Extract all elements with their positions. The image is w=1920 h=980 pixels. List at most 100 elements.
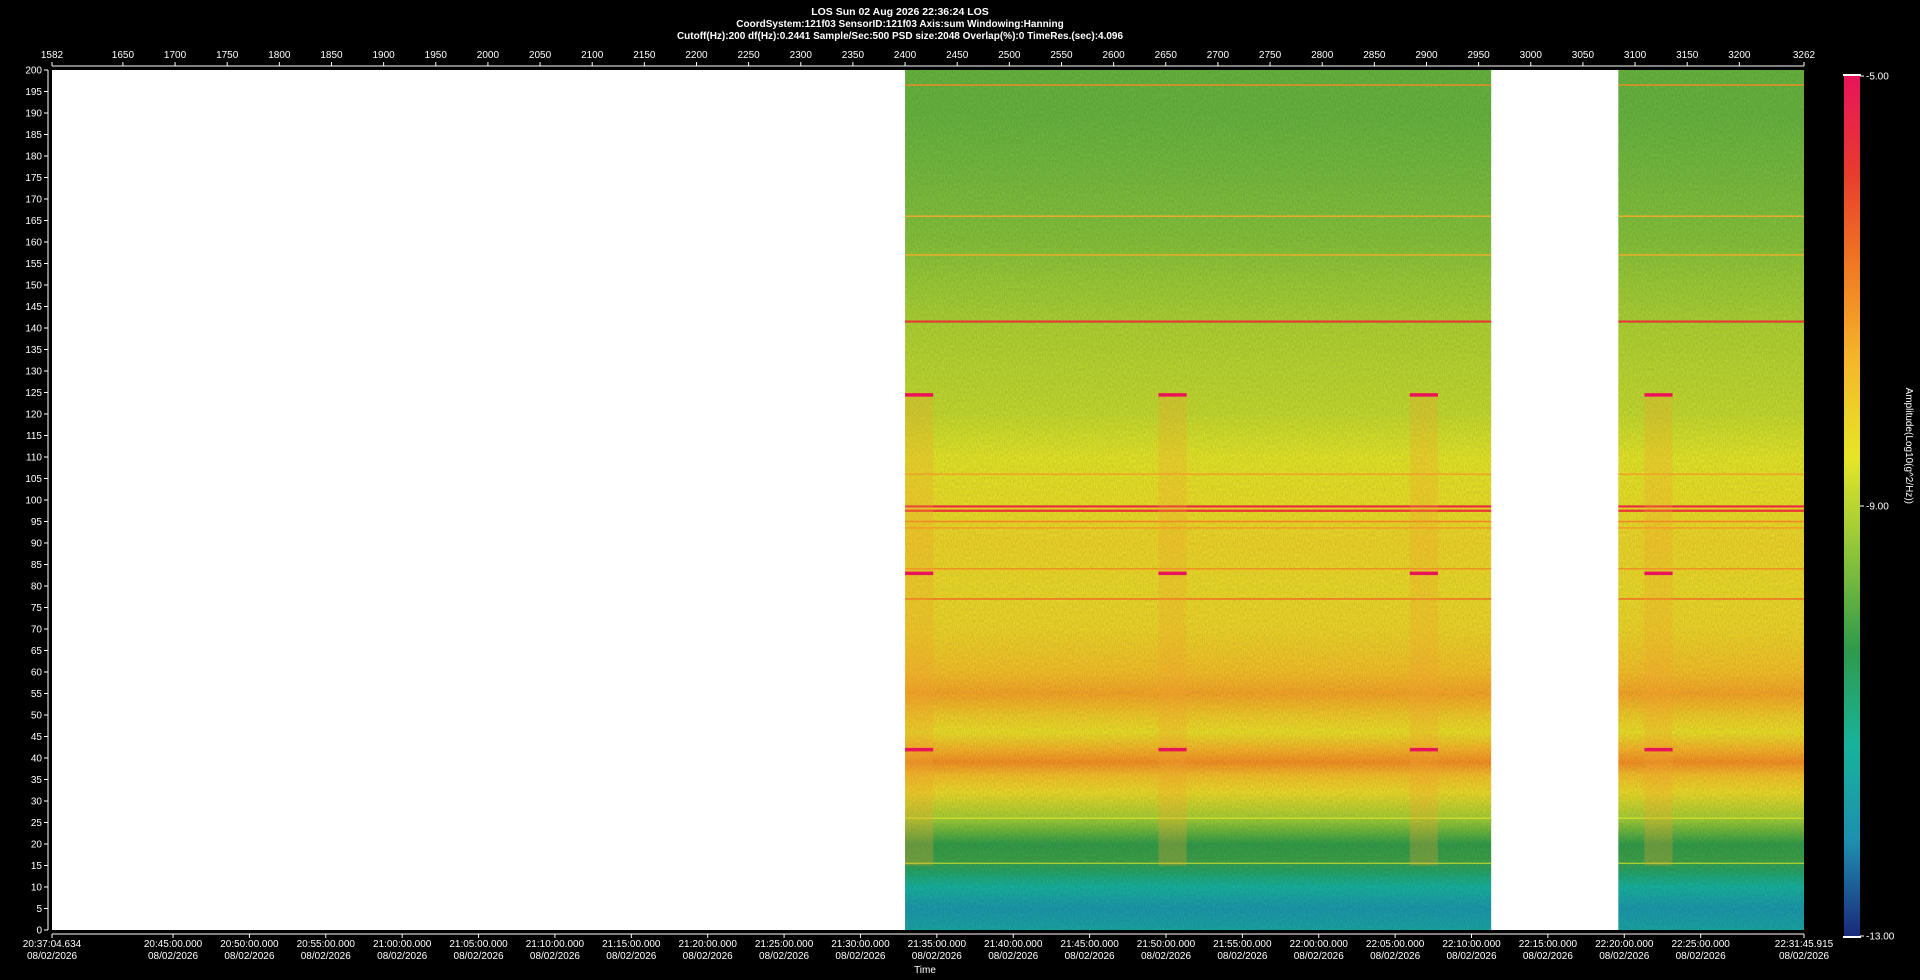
top-axis-tick-label: 3050 <box>1572 50 1595 61</box>
top-axis-tick-label: 1950 <box>425 50 448 61</box>
time-tick-date: 08/02/2026 <box>759 951 809 962</box>
colorbar-tick-label: -9.00 <box>1866 502 1889 513</box>
chart-title: LOS Sun 02 Aug 2026 22:36:24 LOS <box>811 6 989 18</box>
time-tick-date: 08/02/2026 <box>912 951 962 962</box>
y-axis-tick-label: 60 <box>31 668 43 679</box>
y-axis-tick-label: 195 <box>25 87 42 98</box>
time-tick-label: 21:05:00.000 <box>449 939 508 950</box>
event-tone-mark <box>1644 571 1673 576</box>
y-axis-tick-label: 100 <box>25 496 42 507</box>
time-tick-date: 08/02/2026 <box>1065 951 1115 962</box>
top-axis-tick-label: 2250 <box>738 50 761 61</box>
top-axis-tick-label: 2500 <box>998 50 1021 61</box>
y-axis-tick-label: 35 <box>31 775 43 786</box>
time-tick-label: 20:37:04.634 <box>23 939 82 950</box>
transient-event-region <box>1409 392 1438 866</box>
top-axis-tick-label: 2550 <box>1050 50 1073 61</box>
time-tick-date: 08/02/2026 <box>27 951 77 962</box>
event-tone-mark <box>1644 747 1673 752</box>
event-tone-mark <box>1158 571 1187 576</box>
top-axis-tick-label: 2900 <box>1415 50 1438 61</box>
y-axis-tick-label: 130 <box>25 367 42 378</box>
chart-subtitle-params: Cutoff(Hz):200 df(Hz):0.2441 Sample/Sec:… <box>677 31 1124 42</box>
y-axis-tick-label: 160 <box>25 238 42 249</box>
colorbar-tick-label: -5.00 <box>1866 72 1889 83</box>
top-axis-tick-label: 2650 <box>1155 50 1178 61</box>
time-tick-date: 08/02/2026 <box>835 951 885 962</box>
top-axis-tick-label: 2000 <box>477 50 500 61</box>
time-tick-date: 08/02/2026 <box>301 951 351 962</box>
transient-event-region <box>905 392 934 866</box>
time-tick-label: 21:10:00.000 <box>526 939 585 950</box>
y-axis-tick-label: 110 <box>26 453 42 464</box>
y-axis-tick-label: 30 <box>31 797 43 808</box>
time-tick-date: 08/02/2026 <box>683 951 733 962</box>
y-axis-tick-label: 50 <box>31 711 43 722</box>
colorbar-min-marker <box>1843 936 1861 938</box>
top-axis-tick-label: 3150 <box>1676 50 1699 61</box>
top-axis-tick-label: 2850 <box>1363 50 1386 61</box>
top-axis-tick-label: 2200 <box>685 50 708 61</box>
y-axis-tick-label: 40 <box>31 754 43 765</box>
y-axis-tick-label: 165 <box>25 216 42 227</box>
time-tick-label: 22:05:00.000 <box>1366 939 1425 950</box>
y-axis-tick-label: 75 <box>31 603 43 614</box>
time-tick-date: 08/02/2026 <box>1779 951 1829 962</box>
y-axis-tick-label: 115 <box>26 431 42 442</box>
time-tick-label: 21:30:00.000 <box>831 939 890 950</box>
time-tick-label: 20:45:00.000 <box>144 939 203 950</box>
time-tick-label: 22:25:00.000 <box>1671 939 1730 950</box>
top-axis-tick-label: 3200 <box>1728 50 1751 61</box>
y-axis-tick-label: 65 <box>31 646 43 657</box>
time-tick-label: 21:25:00.000 <box>755 939 814 950</box>
colorbar-label: Amplitude(Log10(g^2/Hz)) <box>1903 388 1914 504</box>
top-axis-tick-label: 2700 <box>1207 50 1230 61</box>
time-tick-date: 08/02/2026 <box>1370 951 1420 962</box>
top-axis-tick-label: 1750 <box>216 50 239 61</box>
top-axis-tick-label: 3262 <box>1793 50 1816 61</box>
chart-subtitle-coord: CoordSystem:121f03 SensorID:121f03 Axis:… <box>736 19 1063 30</box>
time-tick-label: 21:50:00.000 <box>1137 939 1196 950</box>
y-axis-tick-label: 20 <box>31 840 43 851</box>
data-segment-texture <box>905 70 1492 930</box>
time-tick-date: 08/02/2026 <box>1294 951 1344 962</box>
x-axis-label: Time <box>914 965 936 976</box>
spectrogram-chart: LOS Sun 02 Aug 2026 22:36:24 LOS CoordSy… <box>0 0 1920 980</box>
y-axis-tick-label: 25 <box>31 818 43 829</box>
time-tick-date: 08/02/2026 <box>606 951 656 962</box>
top-axis-tick-label: 2800 <box>1311 50 1334 61</box>
time-tick-label: 22:15:00.000 <box>1519 939 1578 950</box>
top-axis-tick-label: 2100 <box>581 50 604 61</box>
time-tick-date: 08/02/2026 <box>988 951 1038 962</box>
top-axis-tick-label: 2350 <box>842 50 865 61</box>
top-axis-tick-label: 3000 <box>1520 50 1543 61</box>
y-axis-tick-label: 180 <box>25 152 42 163</box>
event-tone-mark <box>905 393 934 397</box>
top-axis-tick-label: 3100 <box>1624 50 1647 61</box>
time-tick-label: 21:45:00.000 <box>1060 939 1119 950</box>
y-axis-tick-label: 45 <box>31 732 43 743</box>
time-tick-date: 08/02/2026 <box>148 951 198 962</box>
time-tick-date: 08/02/2026 <box>530 951 580 962</box>
top-axis-tick-label: 2400 <box>894 50 917 61</box>
time-tick-label: 21:55:00.000 <box>1213 939 1272 950</box>
y-axis-tick-label: 145 <box>25 302 42 313</box>
top-axis-tick-label: 2050 <box>529 50 552 61</box>
y-axis-tick-label: 140 <box>25 324 42 335</box>
colorbar-scale <box>1844 76 1860 936</box>
y-axis-tick-label: 175 <box>25 173 42 184</box>
y-axis-tick-label: 135 <box>25 345 42 356</box>
y-axis-tick-label: 55 <box>31 689 43 700</box>
event-tone-mark <box>1409 571 1438 576</box>
time-tick-label: 22:10:00.000 <box>1442 939 1501 950</box>
top-axis-tick-label: 2750 <box>1259 50 1282 61</box>
y-axis-tick-label: 200 <box>25 66 42 77</box>
top-axis-tick-label: 1700 <box>164 50 187 61</box>
top-axis-tick-label: 1582 <box>41 50 64 61</box>
event-tone-mark <box>905 747 934 752</box>
time-tick-label: 21:20:00.000 <box>679 939 738 950</box>
y-axis-tick-label: 150 <box>25 281 42 292</box>
time-tick-date: 08/02/2026 <box>1217 951 1267 962</box>
event-tone-mark <box>1158 747 1187 752</box>
y-axis-tick-label: 70 <box>31 625 43 636</box>
